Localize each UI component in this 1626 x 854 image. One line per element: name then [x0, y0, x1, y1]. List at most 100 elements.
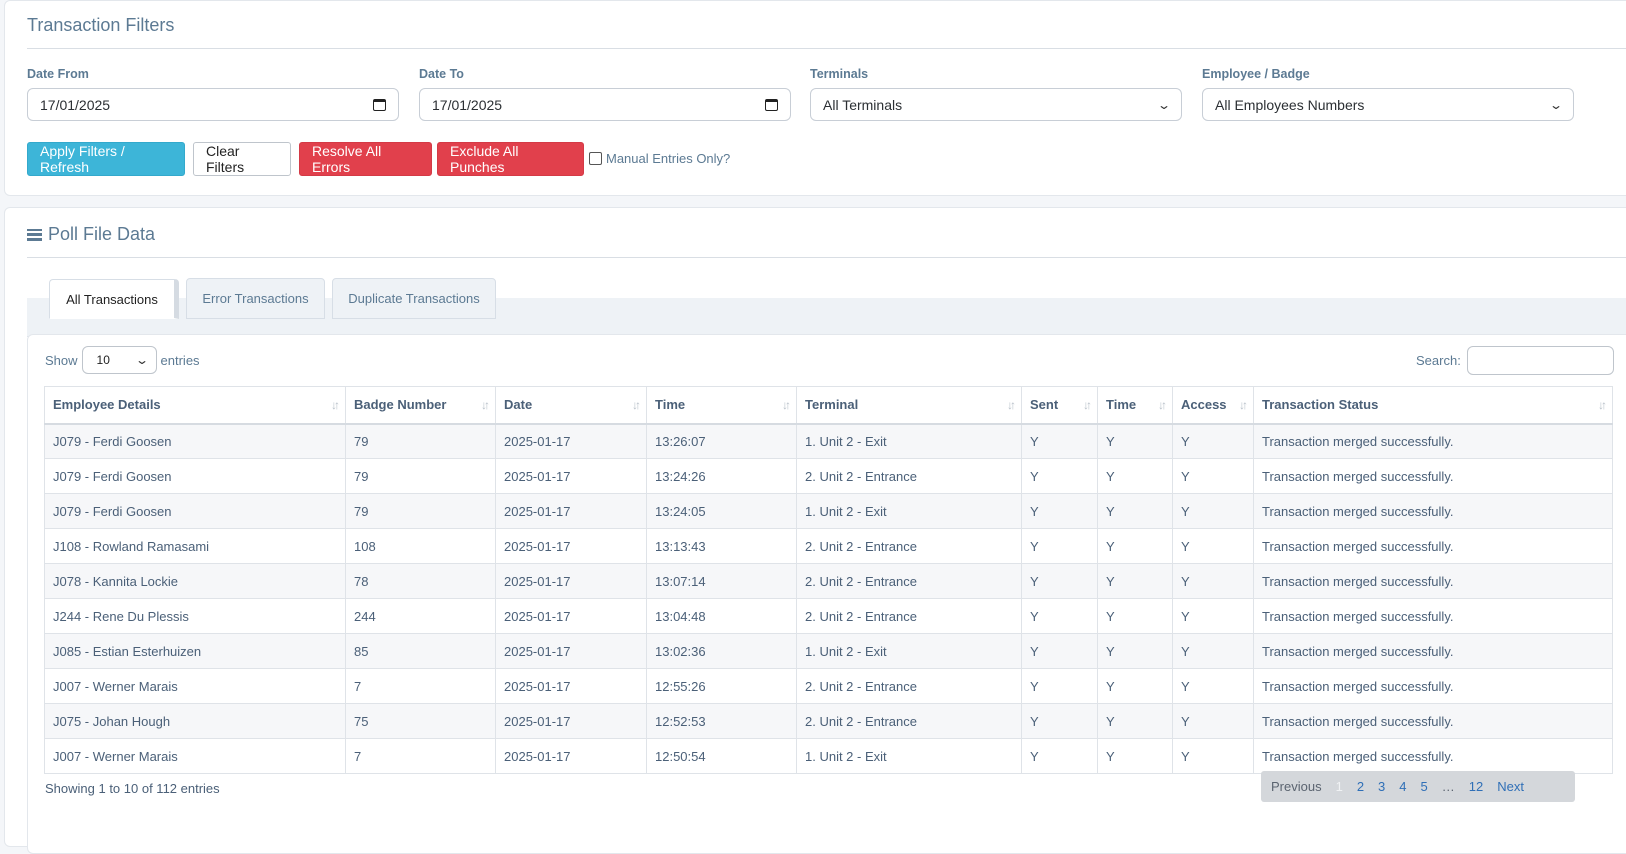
sort-icon[interactable]: ↓↑ — [1158, 398, 1167, 412]
search-control: Search: — [1416, 346, 1614, 375]
cell-transaction-status: Transaction merged successfully. — [1253, 493, 1613, 529]
column-header-employee-details[interactable]: Employee Details ↓↑ — [44, 386, 346, 425]
cell-transaction-status: Transaction merged successfully. — [1253, 633, 1613, 669]
manual-entries-checkbox[interactable] — [589, 152, 602, 165]
table-row[interactable]: J078 - Kannita Lockie 78 2025-01-17 13:07:1… — [44, 563, 1613, 599]
cell-time-flag: Y — [1097, 423, 1173, 459]
pagination-previous[interactable]: Previous — [1271, 779, 1322, 794]
cell-employee-details: J085 - Estian Esterhuizen — [44, 633, 346, 669]
table-row[interactable]: J007 - Werner Marais 7 2025-01-17 12:55:26 2… — [44, 668, 1613, 704]
pagination-page-1[interactable]: 1 — [1336, 779, 1343, 794]
pagination-page-3[interactable]: 3 — [1378, 779, 1385, 794]
sort-icon[interactable]: ↓↑ — [1083, 398, 1092, 412]
tab-all-transactions[interactable]: All Transactions — [49, 279, 179, 319]
apply-filters-button[interactable]: Apply Filters / Refresh — [27, 142, 185, 176]
cell-transaction-status: Transaction merged successfully. — [1253, 458, 1613, 494]
sort-icon[interactable]: ↓↑ — [481, 398, 490, 412]
table-row[interactable]: J244 - Rene Du Plessis 244 2025-01-17 13:04… — [44, 598, 1613, 634]
pagination-ellipsis: … — [1441, 779, 1455, 794]
table-row[interactable]: J007 - Werner Marais 7 2025-01-17 12:50:54 1… — [44, 738, 1613, 774]
cell-sent: Y — [1021, 563, 1098, 599]
cell-terminal: 2. Unit 2 - Entrance — [796, 598, 1022, 634]
table-header-row: Employee Details ↓↑ Badge Number ↓↑ Date ↓↑ Ti… — [44, 386, 1613, 425]
exclude-all-punches-button[interactable]: Exclude All Punches — [437, 142, 584, 176]
column-header-terminal[interactable]: Terminal ↓↑ — [796, 386, 1022, 425]
cell-transaction-status: Transaction merged successfully. — [1253, 598, 1613, 634]
cell-employee-details: J244 - Rene Du Plessis — [44, 598, 346, 634]
cell-access: Y — [1172, 458, 1254, 494]
list-icon — [27, 228, 42, 241]
pagination-page-last[interactable]: 12 — [1469, 779, 1483, 794]
table-row[interactable]: J079 - Ferdi Goosen 79 2025-01-17 13:26:07 1… — [44, 423, 1613, 459]
employee-select[interactable]: All Employees Numbers ⌄ — [1202, 88, 1574, 121]
cell-sent: Y — [1021, 633, 1098, 669]
table-row[interactable]: J079 - Ferdi Goosen 79 2025-01-17 13:24:26 2… — [44, 458, 1613, 494]
cell-transaction-status: Transaction merged successfully. — [1253, 528, 1613, 564]
cell-terminal: 2. Unit 2 - Entrance — [796, 458, 1022, 494]
column-header-time-flag[interactable]: Time ↓↑ — [1097, 386, 1173, 425]
cell-access: Y — [1172, 563, 1254, 599]
cell-date: 2025-01-17 — [495, 423, 647, 459]
cell-employee-details: J079 - Ferdi Goosen — [44, 493, 346, 529]
cell-terminal: 1. Unit 2 - Exit — [796, 738, 1022, 774]
column-header-time[interactable]: Time ↓↑ — [646, 386, 797, 425]
sort-icon[interactable]: ↓↑ — [331, 398, 340, 412]
table-row[interactable]: J079 - Ferdi Goosen 79 2025-01-17 13:24:05 1… — [44, 493, 1613, 529]
date-from-input[interactable]: 17/01/2025 — [27, 88, 399, 121]
cell-badge-number: 79 — [345, 423, 496, 459]
sort-icon[interactable]: ↓↑ — [632, 398, 641, 412]
pagination-page-5[interactable]: 5 — [1421, 779, 1428, 794]
sort-icon[interactable]: ↓↑ — [782, 398, 791, 412]
date-to-input[interactable]: 17/01/2025 — [419, 88, 791, 121]
cell-sent: Y — [1021, 528, 1098, 564]
transactions-table: Employee Details ↓↑ Badge Number ↓↑ Date ↓↑ Ti… — [44, 386, 1613, 774]
date-to-label: Date To — [419, 67, 464, 81]
cell-date: 2025-01-17 — [495, 633, 647, 669]
cell-employee-details: J075 - Johan Hough — [44, 703, 346, 739]
tab-error-transactions[interactable]: Error Transactions — [186, 278, 325, 319]
cell-time: 13:04:48 — [646, 598, 797, 634]
cell-time: 13:13:43 — [646, 528, 797, 564]
pagination-page-2[interactable]: 2 — [1357, 779, 1364, 794]
manual-entries-toggle[interactable]: Manual Entries Only? — [589, 151, 730, 166]
poll-divider — [27, 257, 1626, 258]
column-header-sent[interactable]: Sent ↓↑ — [1021, 386, 1098, 425]
cell-date: 2025-01-17 — [495, 493, 647, 529]
resolve-all-errors-button[interactable]: Resolve All Errors — [299, 142, 432, 176]
tab-duplicate-transactions[interactable]: Duplicate Transactions — [332, 278, 496, 319]
pagination-next[interactable]: Next — [1497, 779, 1524, 794]
table-row[interactable]: J085 - Estian Esterhuizen 85 2025-01-17 13:… — [44, 633, 1613, 669]
cell-time-flag: Y — [1097, 668, 1173, 704]
cell-terminal: 1. Unit 2 - Exit — [796, 423, 1022, 459]
poll-title: Poll File Data — [48, 224, 156, 244]
column-header-transaction-status[interactable]: Transaction Status ↓↑ — [1253, 386, 1613, 425]
terminals-value: All Terminals — [823, 96, 903, 113]
column-header-badge-number[interactable]: Badge Number ↓↑ — [345, 386, 496, 425]
cell-time: 13:24:05 — [646, 493, 797, 529]
table-row[interactable]: J108 - Rowland Ramasami 108 2025-01-17 13:1… — [44, 528, 1613, 564]
table-row[interactable]: J075 - Johan Hough 75 2025-01-17 12:52:53 2.… — [44, 703, 1613, 739]
calendar-icon[interactable] — [373, 98, 386, 111]
search-input[interactable] — [1466, 346, 1614, 375]
cell-time: 13:02:36 — [646, 633, 797, 669]
cell-employee-details: J007 - Werner Marais — [44, 738, 346, 774]
calendar-icon[interactable] — [765, 98, 778, 111]
chevron-down-icon: ⌄ — [1548, 97, 1564, 112]
clear-filters-button[interactable]: Clear Filters — [193, 142, 291, 176]
column-header-access[interactable]: Access ↓↑ — [1172, 386, 1254, 425]
page-length-select[interactable]: 10 ⌄ — [81, 346, 157, 374]
column-header-date[interactable]: Date ↓↑ — [495, 386, 647, 425]
manual-entries-label[interactable]: Manual Entries Only? — [606, 151, 730, 166]
cell-employee-details: J078 - Kannita Lockie — [44, 563, 346, 599]
page-length-value: 10 — [96, 353, 110, 367]
sort-icon[interactable]: ↓↑ — [1007, 398, 1016, 412]
cell-time-flag: Y — [1097, 458, 1173, 494]
pagination-page-4[interactable]: 4 — [1399, 779, 1406, 794]
cell-time-flag: Y — [1097, 633, 1173, 669]
cell-access: Y — [1172, 633, 1254, 669]
cell-date: 2025-01-17 — [495, 703, 647, 739]
sort-icon[interactable]: ↓↑ — [1598, 398, 1607, 412]
sort-icon[interactable]: ↓↑ — [1239, 398, 1248, 412]
terminals-select[interactable]: All Terminals ⌄ — [810, 88, 1182, 121]
cell-access: Y — [1172, 668, 1254, 704]
